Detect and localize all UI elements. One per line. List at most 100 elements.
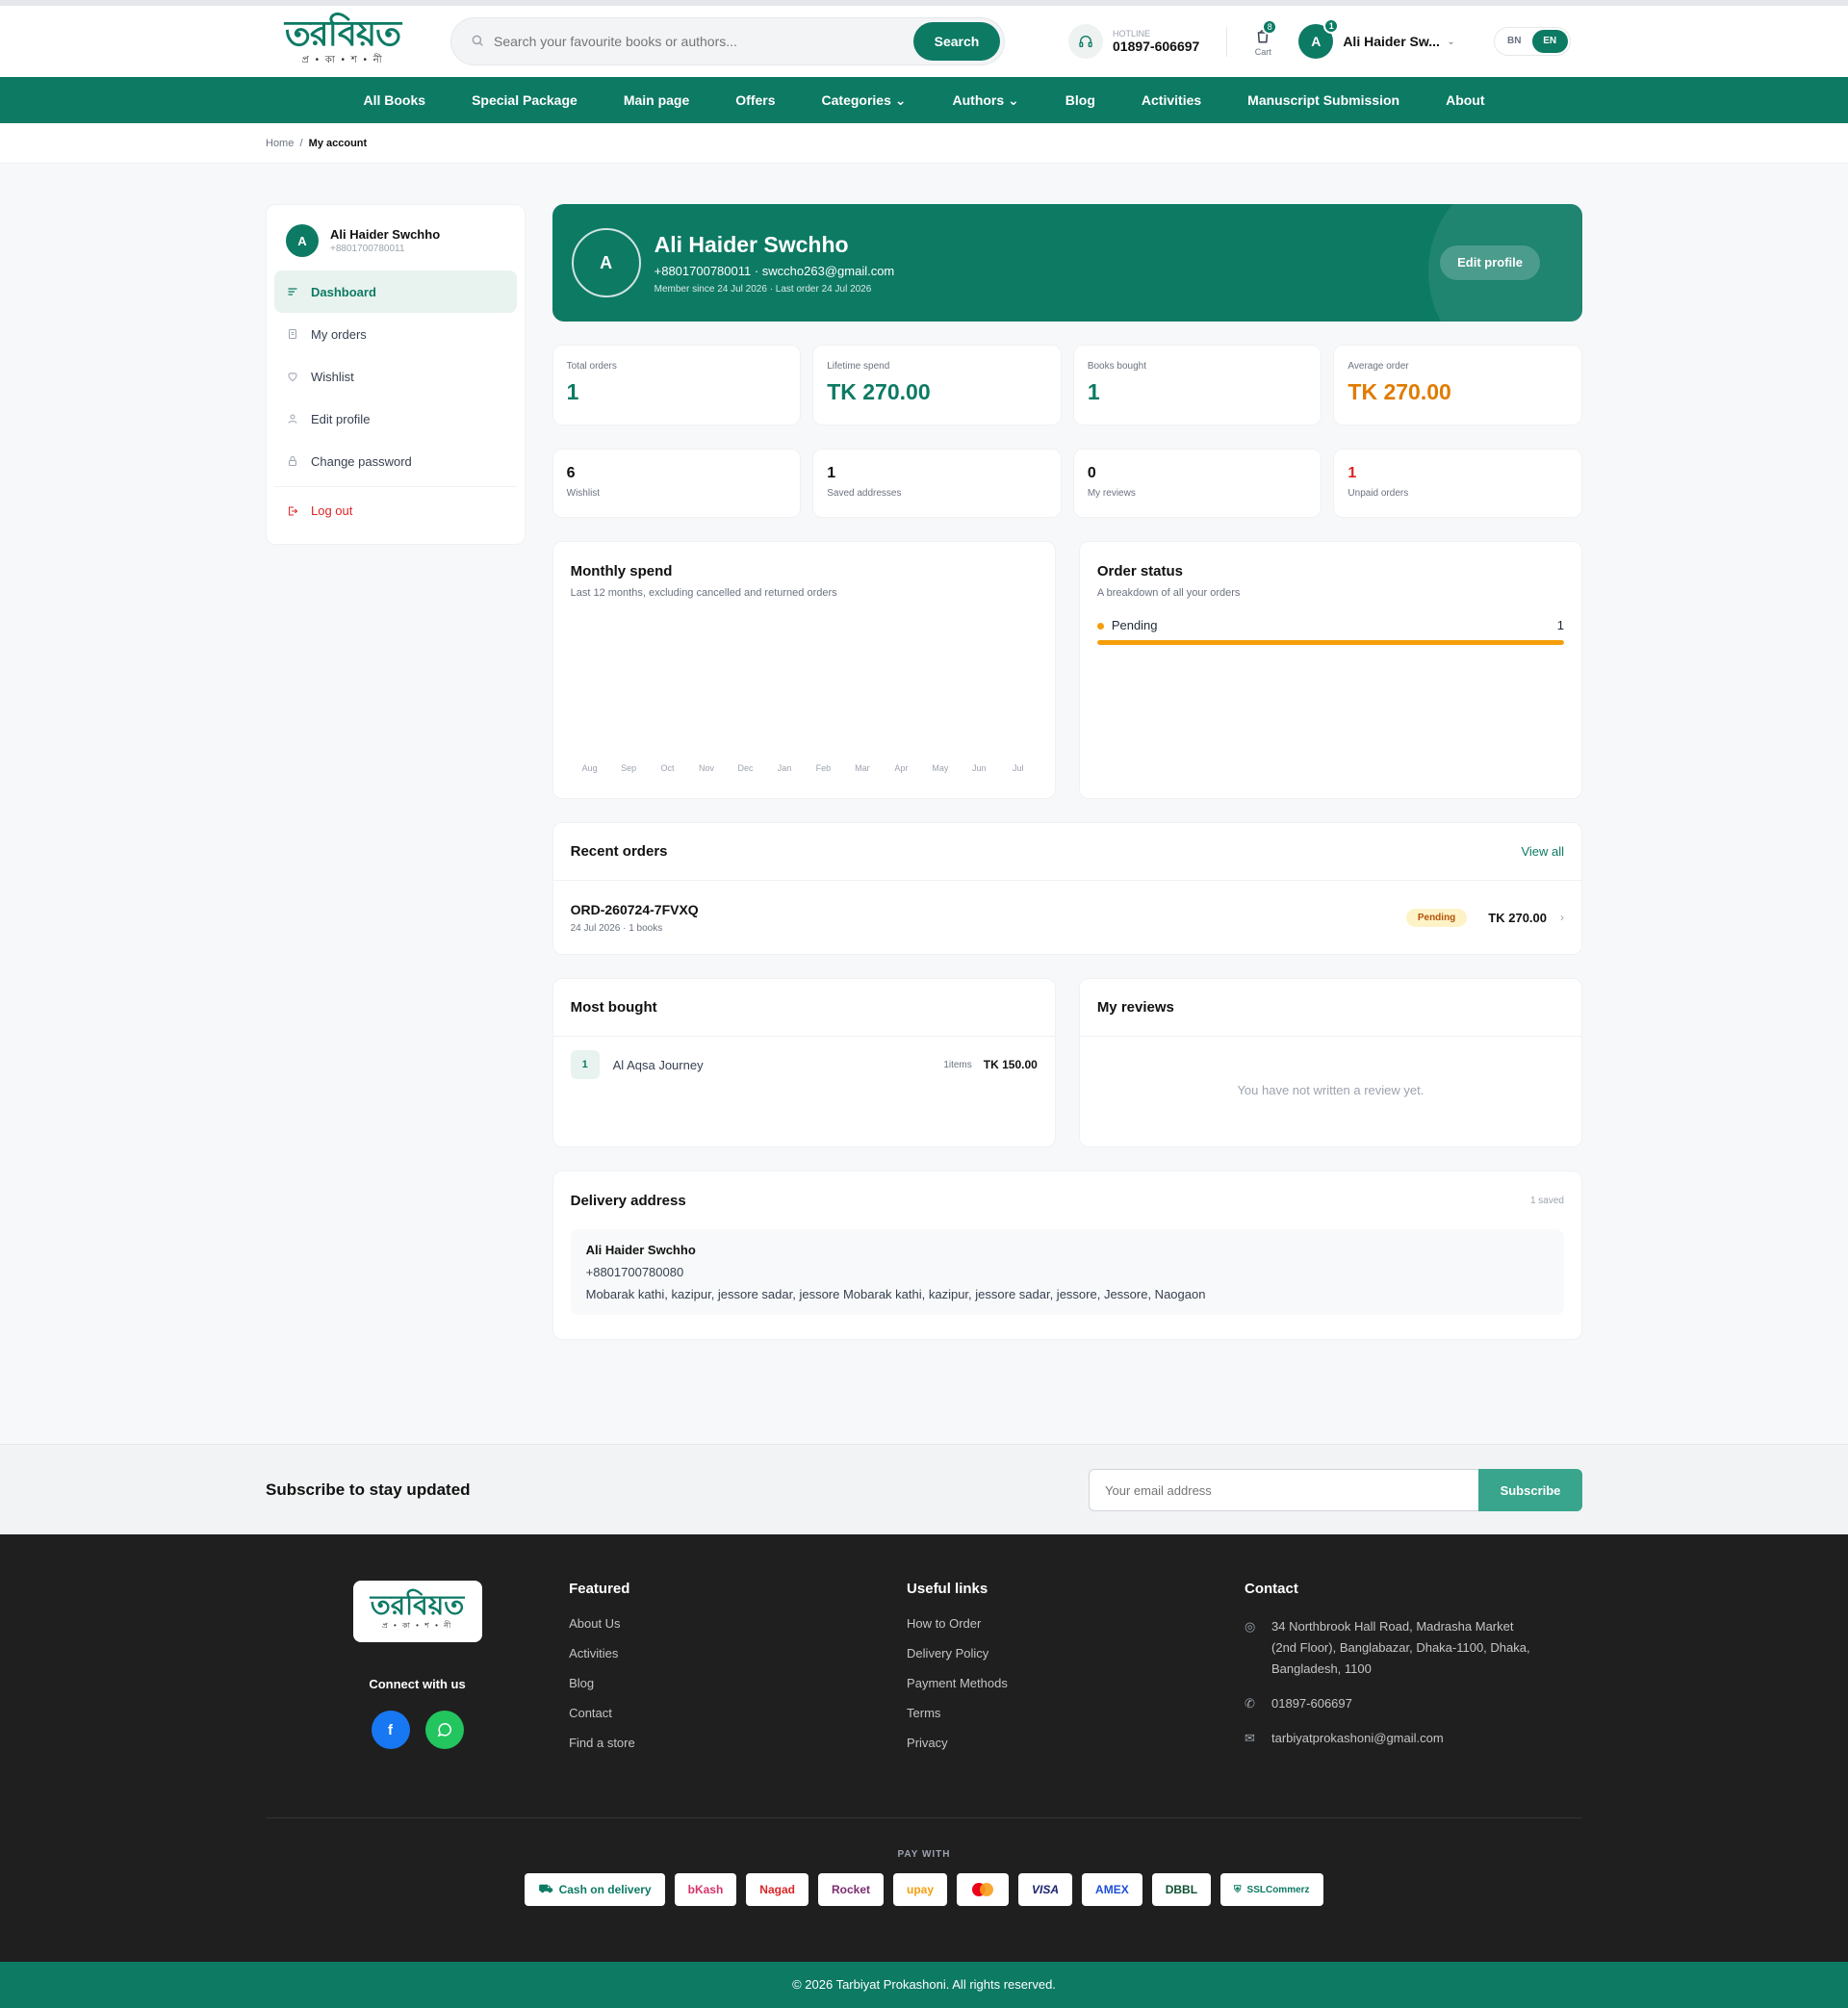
stat-unpaid-orders[interactable]: 1 Unpaid orders [1333, 449, 1582, 518]
most-bought-card: Most bought 1 Al Aqsa Journey 1items TK … [552, 978, 1056, 1147]
footer-link-about-us[interactable]: About Us [569, 1616, 907, 1631]
subscribe-form: Subscribe [1089, 1469, 1582, 1511]
user-icon [286, 412, 299, 425]
search-input[interactable] [494, 34, 913, 49]
order-row[interactable]: ORD-260724-7FVXQ 24 Jul 2026 · 1 books P… [553, 881, 1581, 954]
nav-blog[interactable]: Blog [1065, 92, 1095, 108]
footer-link-blog[interactable]: Blog [569, 1676, 907, 1690]
order-amount: TK 270.00 [1488, 910, 1547, 925]
sidebar-item-label: My orders [311, 326, 367, 342]
sidebar-item-edit-profile[interactable]: Edit profile [274, 398, 517, 440]
book-qty: 1items [943, 1059, 972, 1070]
nav-about[interactable]: About [1446, 92, 1484, 108]
sidebar-item-my-orders[interactable]: My orders [274, 313, 517, 355]
rank-badge: 1 [570, 1050, 600, 1079]
payment-cod: ⛟ Cash on delivery [525, 1873, 665, 1906]
language-toggle[interactable]: BN EN [1493, 27, 1571, 56]
nav-all-books[interactable]: All Books [363, 92, 425, 108]
sidebar-item-dashboard[interactable]: Dashboard [274, 270, 517, 313]
cart-button[interactable]: 8 Cart [1226, 18, 1278, 57]
stat-label: Saved addresses [827, 488, 902, 499]
list-item[interactable]: 1 Al Aqsa Journey 1items TK 150.00 [553, 1037, 1055, 1093]
footer-link-contact[interactable]: Contact [569, 1706, 907, 1720]
search-button[interactable]: Search [913, 22, 1000, 61]
stats-secondary: 6 Wishlist 1 Saved addresses 0 My review… [552, 449, 1582, 518]
main-nav: All Books Special Package Main page Offe… [0, 77, 1848, 123]
sidebar-item-wishlist[interactable]: Wishlist [274, 355, 517, 398]
lang-en-option[interactable]: EN [1531, 30, 1568, 53]
site-logo[interactable]: তরবিয়ত প্র • কা • শ • নী [266, 14, 420, 69]
monthly-spend-card: Monthly spend Last 12 months, excluding … [552, 541, 1056, 799]
footer-link-activities[interactable]: Activities [569, 1646, 907, 1660]
my-reviews-title: My reviews [1096, 999, 1174, 1016]
month-label: Nov [699, 763, 715, 773]
logout-label: Log out [311, 503, 353, 518]
account-sidebar: A Ali Haider Swchho +8801700780011 Dashb… [266, 204, 526, 545]
lang-bn-option[interactable]: BN [1497, 30, 1532, 53]
footer-link-privacy[interactable]: Privacy [907, 1736, 1245, 1750]
contact-phone[interactable]: ✆ 01897-606697 [1245, 1693, 1582, 1714]
view-all-link[interactable]: View all [1521, 844, 1564, 859]
month-label: Mar [855, 763, 870, 773]
nav-offers[interactable]: Offers [735, 92, 775, 108]
nav-main-page[interactable]: Main page [624, 92, 689, 108]
user-menu[interactable]: A 1 Ali Haider Sw... ⌄ [1298, 18, 1455, 59]
nav-manuscript-submission[interactable]: Manuscript Submission [1247, 92, 1399, 108]
truck-icon: ⛟ [538, 1882, 553, 1895]
sidebar-item-label: Edit profile [311, 411, 371, 426]
order-status-subtitle: A breakdown of all your orders [1096, 587, 1241, 599]
cart-label: Cart [1254, 46, 1271, 57]
logout-button[interactable]: Log out [274, 486, 517, 534]
stat-value: 6 [566, 465, 576, 481]
facebook-icon[interactable]: f [371, 1711, 410, 1749]
stat-my-reviews[interactable]: 0 My reviews [1072, 449, 1322, 518]
breadcrumb-home[interactable]: Home [266, 138, 294, 149]
payment-label: SSLCommerz [1246, 1884, 1310, 1895]
footer-link-delivery-policy[interactable]: Delivery Policy [907, 1646, 1245, 1660]
search-bar: Search [450, 17, 1005, 65]
nav-special-package[interactable]: Special Package [472, 92, 578, 108]
payment-label: Cash on delivery [558, 1883, 652, 1896]
list-icon [286, 285, 299, 298]
logo-subtext: প্র • কা • শ • নী [301, 54, 384, 65]
contact-email[interactable]: ✉ tarbiyatprokashoni@gmail.com [1245, 1728, 1582, 1749]
footer-logo[interactable]: তরবিয়ত প্র • কা • শ • নী [352, 1581, 482, 1642]
subscribe-button[interactable]: Subscribe [1478, 1469, 1582, 1511]
footer-link-terms[interactable]: Terms [907, 1706, 1245, 1720]
top-header: তরবিয়ত প্র • কা • শ • নী Search HOTLINE… [0, 0, 1848, 77]
month-label: Jun [972, 763, 987, 773]
stat-total-orders: Total orders 1 [552, 345, 802, 425]
edit-profile-button[interactable]: Edit profile [1440, 245, 1540, 280]
address-text: Mobarak kathi, kazipur, jessore sadar, j… [585, 1287, 1206, 1301]
logo-text: তরবিয়ত [284, 13, 401, 54]
email-field[interactable] [1089, 1469, 1478, 1511]
whatsapp-icon[interactable] [424, 1711, 464, 1749]
breadcrumb-current: My account [308, 138, 368, 149]
heart-icon [286, 370, 299, 383]
stat-value: 0 [1087, 465, 1096, 481]
hero-name: Ali Haider Swchho [654, 231, 849, 257]
sidebar-item-change-password[interactable]: Change password [274, 440, 517, 482]
hotline-number[interactable]: 01897-606697 [1113, 39, 1199, 54]
stat-wishlist[interactable]: 6 Wishlist [552, 449, 802, 518]
footer-link-find-store[interactable]: Find a store [569, 1736, 907, 1750]
receipt-icon [286, 327, 299, 341]
month-label: Sep [621, 763, 637, 773]
nav-authors[interactable]: Authors ⌄ [953, 92, 1019, 109]
stat-value: TK 270.00 [1348, 379, 1451, 404]
profile-hero: A Ali Haider Swchho +8801700780011 · swc… [552, 204, 1582, 322]
nav-activities[interactable]: Activities [1142, 92, 1201, 108]
address-name: Ali Haider Swchho [585, 1243, 696, 1257]
nav-categories[interactable]: Categories ⌄ [822, 92, 907, 109]
order-meta: 24 Jul 2026 · 1 books [570, 922, 663, 934]
footer-link-how-to-order[interactable]: How to Order [907, 1616, 1245, 1631]
contact-heading: Contact [1245, 1581, 1298, 1597]
book-price: TK 150.00 [983, 1058, 1038, 1071]
stat-saved-addresses[interactable]: 1 Saved addresses [812, 449, 1062, 518]
footer-brand: তরবিয়ত প্র • কা • শ • নী Connect with u… [266, 1581, 569, 1817]
month-label: Aug [581, 763, 598, 773]
site-footer: তরবিয়ত প্র • কা • শ • নী Connect with u… [0, 1534, 1848, 1962]
mail-icon: ✉ [1245, 1731, 1255, 1745]
footer-link-payment-methods[interactable]: Payment Methods [907, 1676, 1245, 1690]
lock-icon [286, 454, 299, 468]
